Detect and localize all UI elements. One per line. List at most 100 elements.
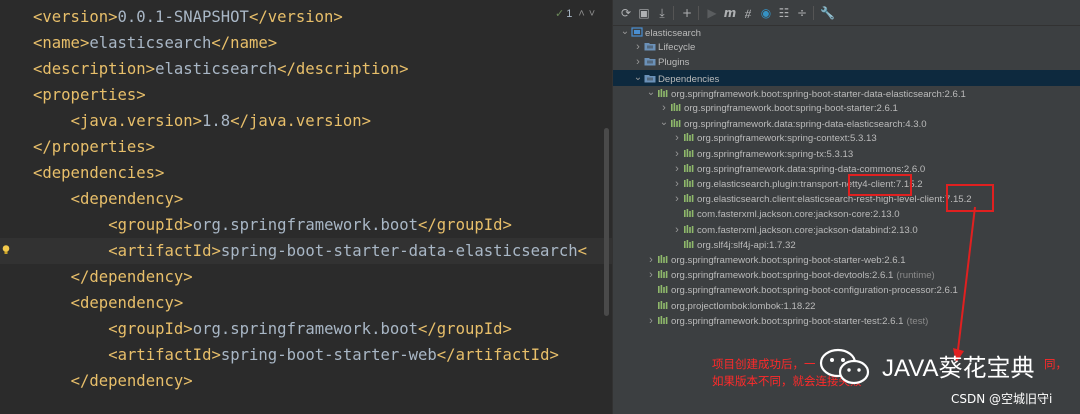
library-icon	[657, 255, 671, 266]
folder-icon	[644, 42, 658, 53]
chevron-down-icon[interactable]: ⌄	[619, 24, 631, 40]
library-icon	[657, 300, 671, 312]
xml-text: spring-boot-starter-data-elasticsearch	[220, 242, 578, 260]
tree-node-label: org.slf4j:slf4j-api:1.7.32	[697, 239, 796, 251]
tree-node[interactable]: › Lifecycle	[632, 39, 695, 55]
editor-scrollbar[interactable]	[604, 128, 609, 316]
tree-node-label: org.springframework.boot:spring-boot-sta…	[671, 255, 906, 266]
tree-node-label: com.fasterxml.jackson.core:jackson-datab…	[697, 224, 918, 236]
chevron-right-icon[interactable]: ›	[632, 39, 644, 55]
xml-tag: <dependencies>	[33, 164, 165, 182]
xml-tag: <version>	[33, 8, 118, 26]
tree-node[interactable]: › Plugins	[632, 54, 689, 70]
library-icon	[657, 270, 671, 281]
xml-tag: </groupId>	[418, 320, 512, 338]
collapse-all-icon[interactable]: ÷	[795, 6, 809, 20]
code-line[interactable]: <description>elasticsearch</description>	[0, 56, 612, 82]
chevron-up-icon[interactable]: ˄	[578, 8, 584, 20]
tree-node[interactable]: ›org.springframework.boot:spring-boot-co…	[645, 282, 958, 298]
code-line[interactable]: <groupId>org.springframework.boot</group…	[0, 212, 612, 238]
library-icon	[657, 88, 671, 100]
chevron-down-icon[interactable]: ⌄	[632, 70, 644, 86]
run-icon[interactable]: ▶	[705, 6, 719, 20]
code-line[interactable]: <artifactId>spring-boot-starter-web</art…	[0, 342, 612, 368]
tree-node[interactable]: ⌄ Dependencies	[613, 69, 1080, 86]
tree-node[interactable]: ›com.fasterxml.jackson.core:jackson-core…	[671, 206, 900, 222]
chevron-down-icon[interactable]: ˅	[589, 8, 595, 20]
xml-tag: </description>	[277, 60, 409, 78]
chevron-right-icon[interactable]: ›	[671, 146, 683, 162]
tree-node[interactable]: › org.springframework:spring-tx:5.3.13	[671, 146, 853, 162]
tree-node-label: Dependencies	[658, 73, 720, 85]
tree-node[interactable]: › org.springframework.boot:spring-boot-st…	[645, 252, 906, 268]
chevron-down-icon[interactable]: ⌄	[645, 85, 657, 101]
tree-node[interactable]: › org.elasticsearch.client:elasticsearch-…	[671, 191, 971, 207]
xml-tag: <description>	[33, 60, 156, 78]
maven-goal-icon[interactable]: m	[723, 6, 737, 20]
library-icon	[670, 119, 684, 130]
inspection-count: 1	[566, 8, 573, 20]
chevron-right-icon[interactable]: ›	[671, 191, 683, 207]
chevron-right-icon[interactable]: ›	[671, 130, 683, 146]
refresh-icon[interactable]: ⟳	[619, 6, 633, 20]
tree-node[interactable]: › org.springframework.boot:spring-boot-de…	[645, 267, 935, 283]
inspection-widget[interactable]: ✓ 1 ˄ ˅	[555, 7, 595, 20]
tree-node[interactable]: ⌄ org.springframework.boot:spring-boot-st…	[645, 85, 966, 101]
folder-icon	[644, 74, 658, 85]
library-icon	[683, 133, 697, 144]
code-line[interactable]: <dependencies>	[0, 160, 612, 186]
library-icon	[670, 103, 684, 114]
xml-tag: </java.version>	[230, 112, 372, 130]
annotation-arrow	[953, 206, 976, 363]
code-line[interactable]: <groupId>org.springframework.boot</group…	[0, 316, 612, 342]
tree-node[interactable]: ⌄ org.springframework.data:spring-data-el…	[658, 115, 927, 131]
code-line[interactable]: <java.version>1.8</java.version>	[0, 108, 612, 134]
maven-toolbar: ⟳ ▣ ⤓ + ▶ m ⧣ ◉ ☷ ÷ 🔧	[613, 0, 1080, 26]
show-dependencies-icon[interactable]: ☷	[777, 6, 791, 20]
chevron-right-icon[interactable]: ›	[632, 54, 644, 70]
xml-text: elasticsearch	[155, 60, 278, 78]
chevron-right-icon[interactable]: ›	[645, 313, 657, 329]
generate-sources-icon[interactable]: ▣	[637, 6, 651, 20]
code-line[interactable]: <version>0.0.1-SNAPSHOT</version>	[0, 4, 612, 30]
chevron-right-icon[interactable]: ›	[671, 176, 683, 192]
code-line[interactable]: </properties>	[0, 134, 612, 160]
tree-node[interactable]: ›org.projectlombok:lombok:1.18.22	[645, 298, 816, 314]
tree-node[interactable]: ›org.slf4j:slf4j-api:1.7.32	[671, 237, 796, 253]
chevron-right-icon[interactable]: ›	[671, 161, 683, 177]
annotation-note-line1: 项目创建成功后，一	[712, 357, 816, 371]
tree-node[interactable]: › org.springframework.boot:spring-boot-st…	[658, 100, 898, 116]
tree-node[interactable]: › org.springframework:spring-context:5.3.…	[671, 130, 877, 146]
xml-text: 0.0.1-SNAPSHOT	[117, 8, 249, 26]
xml-tag: <name>	[33, 34, 90, 52]
code-line[interactable]: <name>elasticsearch</name>	[0, 30, 612, 56]
offline-icon[interactable]: ◉	[759, 6, 773, 20]
settings-icon[interactable]: 🔧	[820, 6, 835, 20]
chevron-right-icon[interactable]: ›	[671, 222, 683, 238]
chevron-right-icon[interactable]: ›	[645, 252, 657, 268]
maven-project-icon	[631, 27, 645, 39]
annotation-note-line1-end: 同，	[1044, 357, 1067, 371]
code-line[interactable]: </dependency>	[0, 368, 612, 394]
xml-tag: <dependency>	[70, 294, 184, 312]
add-icon[interactable]: +	[680, 6, 694, 20]
tree-node[interactable]: › org.springframework.boot:spring-boot-st…	[645, 313, 928, 329]
code-line[interactable]: <properties>	[0, 82, 612, 108]
tree-node-label: org.springframework.boot:spring-boot-sta…	[671, 88, 966, 100]
tree-node-label: org.springframework.boot:spring-boot-con…	[671, 285, 958, 297]
chevron-right-icon[interactable]: ›	[658, 100, 670, 116]
download-icon[interactable]: ⤓	[655, 6, 669, 20]
code-line[interactable]: <dependency>	[0, 186, 612, 212]
xml-tag: </version>	[248, 8, 343, 26]
library-icon	[683, 194, 697, 205]
skip-tests-icon[interactable]: ⧣	[741, 6, 755, 20]
chevron-down-icon[interactable]: ⌄	[658, 115, 670, 131]
tree-node[interactable]: › com.fasterxml.jackson.core:jackson-data…	[671, 222, 918, 238]
code-line[interactable]: <artifactId>spring-boot-starter-data-ela…	[0, 238, 612, 264]
code-line[interactable]: <dependency>	[0, 290, 612, 316]
tree-node[interactable]: ⌄ elasticsearch	[619, 24, 701, 40]
lightbulb-icon[interactable]	[2, 245, 10, 255]
code-editor[interactable]: <version>0.0.1-SNAPSHOT</version> <name>e…	[0, 0, 612, 414]
chevron-right-icon[interactable]: ›	[645, 267, 657, 283]
code-line[interactable]: </dependency>	[0, 264, 612, 290]
